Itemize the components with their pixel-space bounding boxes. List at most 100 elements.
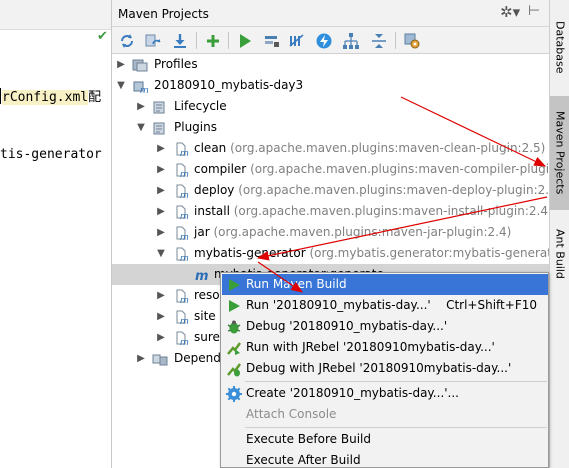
svg-text:m: m xyxy=(195,269,209,283)
tab-ant-label: Ant Build xyxy=(553,229,567,279)
code-editor[interactable]: ✔ rConfig.xml配 tis-generator xyxy=(0,0,112,468)
menu-item-label: Run '20180910_mybatis-day...' xyxy=(246,298,431,312)
text-cursor xyxy=(0,88,1,104)
editor-highlighted-text: rConfig.xml xyxy=(2,90,89,105)
show-dependencies-icon[interactable] xyxy=(341,31,361,51)
settings-icon[interactable] xyxy=(402,31,422,51)
refresh-icon[interactable] xyxy=(117,31,137,51)
chevron-right-icon[interactable]: ▶ xyxy=(116,54,126,75)
plugin-icon: m xyxy=(174,204,190,222)
plugin-name: deploy xyxy=(194,183,235,197)
menu-item-run[interactable]: Run '20180910_mybatis-day...' Ctrl+Shift… xyxy=(222,295,548,316)
create-config-icon xyxy=(226,386,242,402)
svg-text:m: m xyxy=(180,338,189,346)
plugin-coordinates: (org.apache.maven.plugins:maven-compiler… xyxy=(250,162,549,176)
reimport-icon[interactable] xyxy=(143,31,163,51)
chevron-right-icon[interactable]: ▶ xyxy=(156,159,166,180)
tree-item-label: clean (org.apache.maven.plugins:maven-cl… xyxy=(194,138,545,159)
chevron-down-icon[interactable]: ▼ xyxy=(136,117,146,138)
editor-text-tail: 配 xyxy=(88,90,102,105)
plugin-icon: m xyxy=(174,309,190,327)
tab-ant-build[interactable]: Ant Build xyxy=(550,214,569,294)
chevron-right-icon[interactable]: ▶ xyxy=(156,180,166,201)
jrebel-debug-icon xyxy=(226,361,242,377)
collapse-all-icon[interactable] xyxy=(369,31,389,51)
tree-item-plugin-clean[interactable]: ▶ m clean (org.apache.maven.plugins:mave… xyxy=(112,138,549,159)
maven-toolbar xyxy=(112,27,549,54)
plugin-coordinates: (org.apache.maven.plugins:maven-jar-plug… xyxy=(213,225,512,239)
chevron-right-icon[interactable]: ▶ xyxy=(156,327,166,348)
svg-text:m: m xyxy=(140,86,148,94)
run-icon xyxy=(226,277,242,293)
svg-text:m: m xyxy=(180,149,189,157)
chevron-right-icon[interactable]: ▶ xyxy=(156,201,166,222)
tree-item-profiles[interactable]: ▶ Profiles xyxy=(112,54,549,75)
hide-panel-icon[interactable]: ⊢ xyxy=(528,3,540,19)
tree-item-plugin-install[interactable]: ▶ m install (org.apache.maven.plugins:ma… xyxy=(112,201,549,222)
menu-item-label: Attach Console xyxy=(246,407,337,421)
add-icon[interactable] xyxy=(203,31,223,51)
menu-item-execute-after-build[interactable]: Execute After Build xyxy=(222,450,548,467)
run-icon[interactable] xyxy=(235,31,255,51)
menu-item-label: Execute Before Build xyxy=(246,432,371,446)
editor-tab-bar xyxy=(0,0,111,30)
context-menu: Run Maven Build Run '20180910_mybatis-da… xyxy=(220,272,549,468)
plugin-icon: m xyxy=(174,288,190,306)
menu-item-label: Debug '20180910_mybatis-day...' xyxy=(246,319,448,333)
chevron-right-icon[interactable]: ▶ xyxy=(136,348,146,369)
tree-item-lifecycle[interactable]: ▶ Lifecycle xyxy=(112,96,549,117)
menu-separator xyxy=(245,381,547,382)
tree-item-plugin-jar[interactable]: ▶ m jar (org.apache.maven.plugins:maven-… xyxy=(112,222,549,243)
tree-item-label: jar (org.apache.maven.plugins:maven-jar-… xyxy=(194,222,511,243)
run-icon xyxy=(226,298,242,314)
tree-item-label: Lifecycle xyxy=(174,99,227,113)
plugin-icon: m xyxy=(174,246,190,264)
menu-item-execute-before-build[interactable]: Execute Before Build xyxy=(222,429,548,450)
menu-item-debug-jrebel[interactable]: Debug with JRebel '20180910mybatis-day..… xyxy=(222,358,548,379)
run-config-icon[interactable] xyxy=(262,31,282,51)
skip-tests-icon[interactable] xyxy=(314,31,334,51)
menu-item-shortcut: Ctrl+Shift+F10 xyxy=(446,298,537,312)
menu-item-label: Run with JRebel '20180910mybatis-day...' xyxy=(246,340,495,354)
chevron-down-icon[interactable]: ▼ xyxy=(116,75,126,96)
chevron-right-icon[interactable]: ▶ xyxy=(156,222,166,243)
toolbar-separator xyxy=(196,32,197,49)
plugin-icon: m xyxy=(174,183,190,201)
plugin-coordinates: (org.apache.maven.plugins:maven-clean-pl… xyxy=(230,141,546,155)
panel-title: Maven Projects xyxy=(118,7,209,21)
maven-project-icon: m xyxy=(132,78,149,96)
menu-item-run-maven-build[interactable]: Run Maven Build xyxy=(222,274,548,295)
menu-item-label: Run Maven Build xyxy=(246,277,347,291)
tree-item-plugin-deploy[interactable]: ▶ m deploy (org.apache.maven.plugins:mav… xyxy=(112,180,549,201)
tree-item-plugins[interactable]: ▼ Plugins xyxy=(112,117,549,138)
chevron-down-icon[interactable]: ▼ xyxy=(156,243,166,264)
maven-goal-icon: m xyxy=(194,267,210,284)
tree-item-project[interactable]: ▼ m 20180910_mybatis-day3 xyxy=(112,75,549,96)
chevron-right-icon[interactable]: ▶ xyxy=(156,138,166,159)
chevron-right-icon[interactable]: ▶ xyxy=(156,285,166,306)
tab-database-label: Database xyxy=(553,20,567,74)
menu-item-debug[interactable]: Debug '20180910_mybatis-day...' xyxy=(222,316,548,337)
gear-icon[interactable]: ✲▾ xyxy=(500,3,520,21)
toggle-offline-icon[interactable] xyxy=(287,31,307,51)
chevron-right-icon[interactable]: ▶ xyxy=(156,306,166,327)
chevron-right-icon[interactable]: ▶ xyxy=(136,96,146,117)
plugin-name: mybatis-generator xyxy=(194,246,306,260)
checkmark-icon: ✔ xyxy=(97,29,108,44)
tab-maven-label: Maven Projects xyxy=(553,111,567,195)
download-icon[interactable] xyxy=(170,31,190,51)
debug-icon xyxy=(226,319,242,335)
tree-item-label: 20180910_mybatis-day3 xyxy=(154,78,304,92)
menu-item-run-jrebel[interactable]: Run with JRebel '20180910mybatis-day...' xyxy=(222,337,548,358)
tree-item-plugin-mybatis-generator[interactable]: ▼ m mybatis-generator (org.mybatis.gener… xyxy=(112,243,549,264)
svg-text:m: m xyxy=(180,170,189,178)
plugin-name: install xyxy=(194,204,230,218)
tree-item-label: sure xyxy=(194,330,220,344)
menu-item-label: Debug with JRebel '20180910mybatis-day..… xyxy=(246,361,512,375)
plugin-icon: m xyxy=(174,225,190,243)
tree-item-plugin-compiler[interactable]: ▶ m compiler (org.apache.maven.plugins:m… xyxy=(112,159,549,180)
tab-maven-projects[interactable]: Maven Projects xyxy=(550,96,569,210)
menu-item-create[interactable]: Create '20180910_mybatis-day...'... xyxy=(222,383,548,404)
plugin-coordinates: (org.apache.maven.plugins:maven-install-… xyxy=(233,204,549,218)
tab-database[interactable]: Database xyxy=(550,6,569,88)
